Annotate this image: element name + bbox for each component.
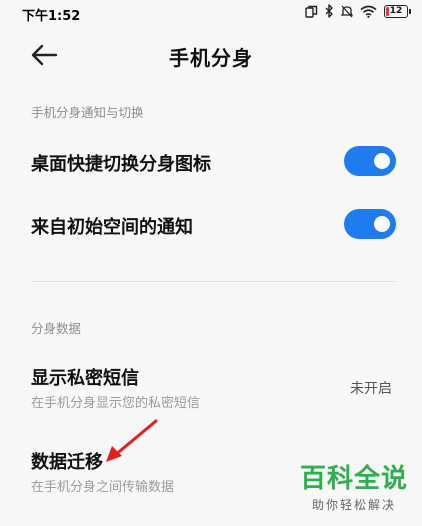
row-label: 数据迁移 — [31, 452, 103, 473]
wifi-icon — [360, 5, 377, 18]
status-bar: 下午1:52 12 — [0, 0, 422, 26]
watermark-subtitle: 助你轻松解决 — [311, 498, 396, 512]
page-title: 手机分身 — [169, 46, 253, 70]
settings-row-desktop-shortcut[interactable]: 桌面快捷切换分身图标 — [0, 136, 422, 188]
desktop-shortcut-toggle[interactable] — [344, 146, 396, 176]
settings-row-initial-space-notifications[interactable]: 来自初始空间的通知 — [0, 196, 422, 252]
settings-row-private-sms[interactable]: 显示私密短信 在手机分身显示您的私密短信 未开启 — [0, 356, 422, 416]
row-subtitle: 在手机分身之间传输数据 — [31, 480, 175, 495]
toggle-knob — [374, 216, 390, 232]
title-bar: 手机分身 — [0, 26, 422, 82]
watermark-logo: 百科全说 助你轻松解决 — [300, 464, 408, 513]
toggle-knob — [374, 153, 390, 169]
battery-text: 12 — [389, 5, 403, 16]
row-label: 桌面快捷切换分身图标 — [31, 154, 211, 175]
annotation-arrow — [106, 419, 158, 462]
section-header-clone-data: 分身数据 — [31, 321, 82, 336]
row-value: 未开启 — [350, 381, 392, 397]
watermark-title: 百科全说 — [299, 464, 408, 494]
row-label: 显示私密短信 — [31, 368, 139, 389]
section-header-notifications: 手机分身通知与切换 — [31, 105, 144, 120]
dual-screen-icon — [305, 5, 318, 18]
status-time: 下午1:52 — [22, 9, 81, 24]
bluetooth-icon — [325, 4, 333, 18]
status-icons: 12 — [305, 4, 411, 18]
mute-icon — [341, 5, 353, 17]
row-label: 来自初始空间的通知 — [31, 217, 193, 238]
row-subtitle: 在手机分身显示您的私密短信 — [31, 396, 201, 411]
battery-icon: 12 — [384, 4, 411, 18]
initial-space-notifications-toggle[interactable] — [344, 209, 396, 239]
section-divider — [31, 281, 396, 282]
